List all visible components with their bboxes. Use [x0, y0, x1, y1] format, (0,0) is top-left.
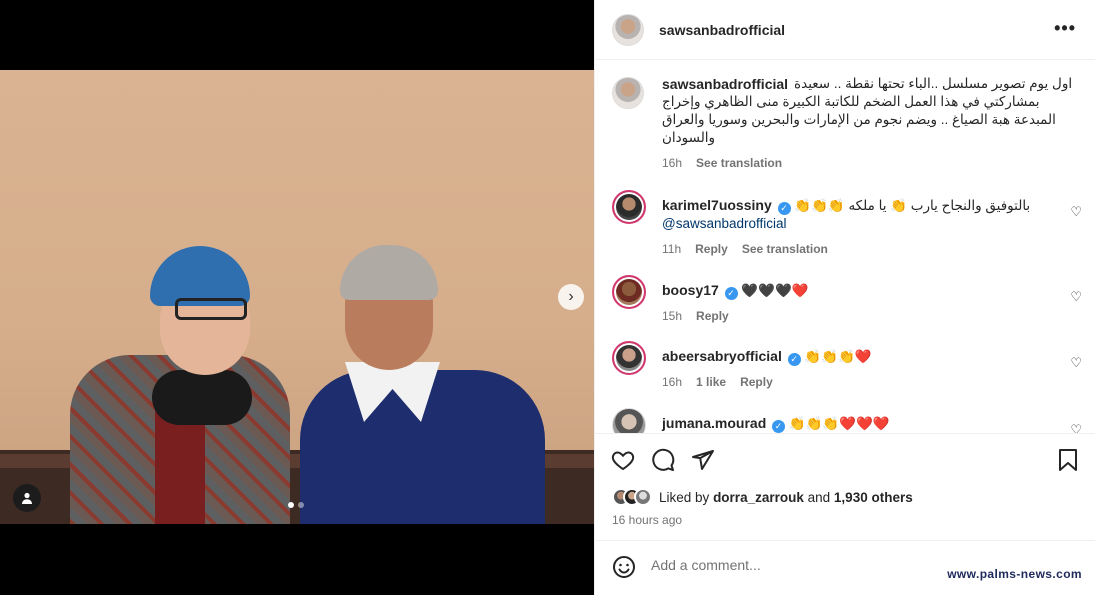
comment-text: 👏👏👏❤️❤️❤️ [788, 416, 890, 431]
carousel-indicator [288, 502, 304, 508]
post-photo[interactable] [0, 70, 594, 524]
post-media: › [0, 0, 594, 595]
caption-username[interactable]: sawsanbadrofficial [662, 75, 788, 93]
liked-by-user[interactable]: dorra_zarrouk [713, 490, 804, 505]
reply-button[interactable]: Reply [695, 240, 728, 258]
post-header: sawsanbadrofficial ••• [595, 0, 1095, 60]
heart-icon[interactable] [611, 448, 635, 477]
glasses [175, 298, 247, 320]
comment-text: 👏👏👏❤️ [804, 349, 872, 364]
comment-text: 🖤🖤🖤❤️ [741, 283, 809, 298]
heart-icon[interactable]: ♡ [1070, 204, 1082, 220]
comment-time: 11h [662, 242, 682, 256]
blue-cap [150, 246, 250, 306]
avatar[interactable] [612, 408, 646, 433]
comments-section: sawsanbadrofficial اول يوم تصوير مسلسل .… [595, 61, 1095, 434]
comment-input[interactable] [651, 557, 941, 573]
carousel-dot [298, 502, 304, 508]
reply-button[interactable]: Reply [740, 373, 773, 391]
watermark: www.palms-news.com [945, 567, 1084, 581]
post-time: 16 hours ago [612, 513, 683, 527]
like-count[interactable]: 1 like [696, 373, 726, 391]
avatar[interactable] [612, 341, 646, 375]
comment-username[interactable]: karimel7uossiny [662, 197, 772, 213]
avatar[interactable] [612, 190, 646, 224]
carousel-dot [288, 502, 294, 508]
comment-username[interactable]: boosy17 [662, 282, 719, 298]
heart-icon[interactable]: ♡ [1070, 422, 1082, 433]
comment-mention[interactable]: @sawsanbadrofficial [662, 215, 1062, 233]
add-comment-bar: www.palms-news.com [595, 540, 1095, 595]
see-translation-link[interactable]: See translation [696, 154, 782, 172]
likes-count[interactable]: 1,930 others [834, 490, 913, 505]
comment-time: 16h [662, 375, 683, 389]
verified-badge-icon: ✓ [787, 353, 801, 366]
avatar[interactable] [612, 275, 646, 309]
heart-icon[interactable]: ♡ [1070, 355, 1082, 371]
comment-username[interactable]: abeersabryofficial [662, 348, 782, 364]
comment-text: بالتوفيق والنجاح يارب 👏 يا ملكه 👏👏👏 [794, 198, 1031, 213]
comment-icon[interactable] [651, 448, 675, 477]
user-tag-icon[interactable] [13, 484, 41, 512]
reply-button[interactable]: Reply [696, 307, 729, 325]
caption-time: 16h [662, 156, 683, 170]
headphones [152, 370, 252, 425]
bookmark-icon[interactable] [1057, 448, 1079, 477]
comment-time: 15h [662, 309, 683, 323]
heart-icon[interactable]: ♡ [1070, 289, 1082, 305]
likes-middle: and [807, 489, 831, 505]
see-translation-link[interactable]: See translation [742, 240, 828, 258]
verified-badge-icon: ✓ [777, 202, 791, 215]
avatar[interactable] [612, 77, 644, 109]
avatar [634, 488, 652, 506]
chevron-right-icon[interactable]: › [558, 284, 584, 310]
action-bar [595, 444, 1095, 480]
likes-prefix: Liked by [659, 489, 710, 505]
share-icon[interactable] [691, 448, 715, 477]
post-panel: sawsanbadrofficial ••• sawsanbadrofficia… [594, 0, 1095, 595]
verified-badge-icon: ✓ [772, 420, 786, 433]
smiley-icon[interactable] [612, 555, 636, 585]
likes-summary: Liked by dorra_zarrouk and 1,930 others [612, 488, 913, 506]
comment-username[interactable]: jumana.mourad [662, 415, 766, 431]
verified-badge-icon: ✓ [724, 287, 738, 300]
more-horizontal-icon[interactable]: ••• [1054, 18, 1076, 39]
avatar[interactable] [612, 14, 644, 46]
post-username[interactable]: sawsanbadrofficial [659, 22, 785, 38]
